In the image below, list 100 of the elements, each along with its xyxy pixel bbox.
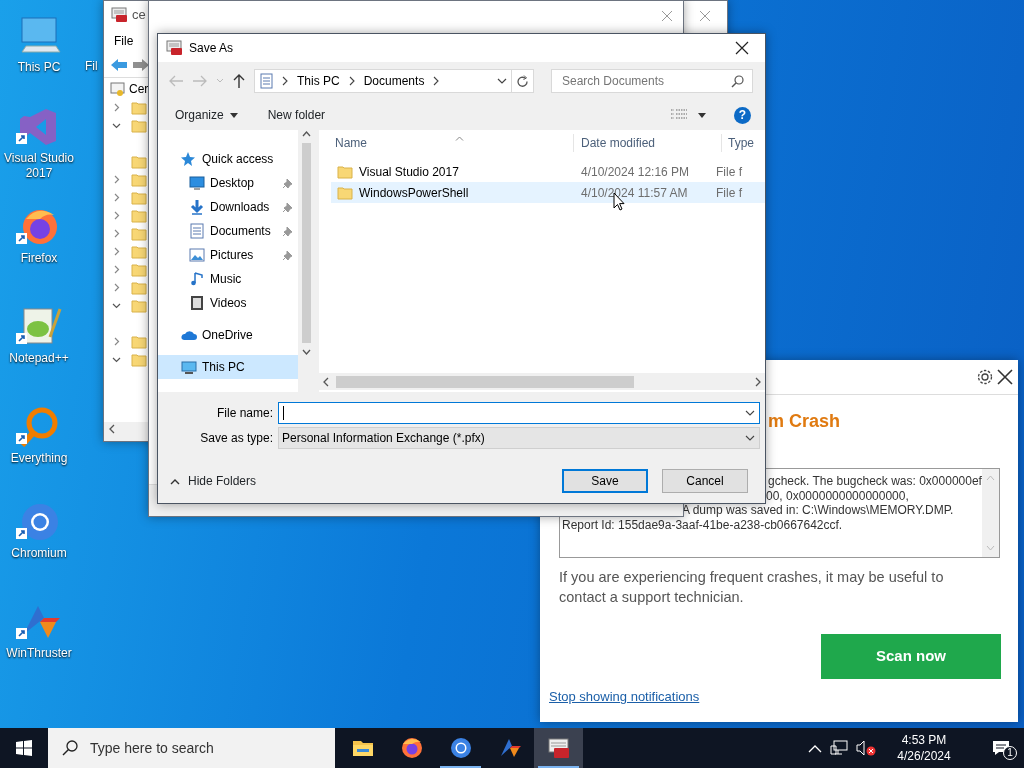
file-row[interactable]: Visual Studio 2017 4/10/2024 12:16 PM File f [331,161,765,182]
folder-icon [337,164,353,179]
details-line: 00, 0x0000000000000000, [766,488,909,503]
column-header[interactable]: Date modified [574,134,722,152]
organize-button[interactable]: Organize [175,106,238,124]
forward-arrow-icon[interactable] [132,58,150,72]
nav-item[interactable]: Quick access [158,147,298,171]
browser-circle-icon [448,736,473,760]
details-line: Report Id: 155dae9a-3aaf-41be-a238-cb0667642ccf. [562,517,843,532]
collapsed-chevron-icon[interactable] [112,228,121,238]
file-name: WindowsPowerShell [359,184,469,202]
collapsed-chevron-icon[interactable] [112,174,121,184]
tree-item[interactable]: Cer [129,80,149,98]
hide-folders-button[interactable]: Hide Folders [170,472,257,490]
back-arrow-icon[interactable] [110,58,128,72]
folder-icon [131,225,147,241]
column-header[interactable]: Type [722,134,754,152]
new-folder-button[interactable]: New folder [267,106,326,124]
file-type-dropdown[interactable]: Personal Information Exchange (*.pfx) [278,427,760,449]
search-box[interactable]: Search Documents [551,69,753,93]
desktop-icon [189,175,205,191]
network-icon[interactable] [830,740,848,756]
scrollbar-thumb[interactable] [336,375,634,388]
dialog-title: Save As [189,40,234,57]
collapsed-chevron-icon[interactable] [112,282,121,292]
folder-icon [131,297,147,313]
notepad-icon [16,305,62,347]
windows-logo-icon [16,740,32,756]
collapsed-chevron-icon[interactable] [112,210,121,220]
speaker-muted-icon[interactable] [856,740,876,756]
folder-icon [131,153,147,169]
folder-icon [131,117,147,133]
folder-icon [131,189,147,205]
taskbar-search-box[interactable]: Type here to search [48,728,335,768]
nav-item[interactable]: Videos [158,291,298,315]
nav-item[interactable]: This PC [158,355,298,379]
file-row[interactable]: WindowsPowerShell 4/10/2024 11:57 AM File f [331,182,765,203]
caret-icon[interactable] [698,112,706,118]
caret-icon [229,112,238,118]
refresh-icon[interactable] [516,74,529,88]
chevron-up-icon[interactable] [808,743,822,753]
nav-item[interactable]: Documents [158,219,298,243]
file-name: Visual Studio 2017 [359,163,459,181]
help-button[interactable]: ? [734,106,751,124]
scrollbar-thumb[interactable] [301,143,311,343]
folder-icon [131,279,147,295]
breadcrumb-item[interactable]: Documents [363,72,425,90]
file-date: 4/10/2024 11:57 AM [581,185,688,200]
breadcrumb-chevron-icon [281,76,289,86]
nav-item[interactable]: Pictures [158,243,298,267]
menu-item[interactable]: File [114,32,134,50]
taskbar-app[interactable] [534,728,583,768]
folder-icon [337,185,353,200]
taskbar-search-field[interactable]: Type here to search [88,733,328,763]
details-line: gcheck. The bugcheck was: 0x000000ef [768,474,982,488]
collapsed-chevron-icon[interactable] [112,336,121,346]
breadcrumb-item[interactable]: This PC [297,72,340,90]
nav-item[interactable]: Desktop [158,171,298,195]
stop-notifications-link[interactable]: Stop showing notifications [549,687,700,707]
action-center-button[interactable]: 1 [978,728,1024,768]
collapsed-chevron-icon[interactable] [112,264,121,274]
dropdown-chevron-icon [745,434,755,442]
folder-icon [131,351,147,367]
certificate-app-icon [166,40,183,56]
folder-icon [131,207,147,223]
certificate-icon [110,81,126,97]
nav-item[interactable]: Downloads [158,195,298,219]
gear-icon[interactable] [976,368,994,386]
collapsed-chevron-icon[interactable] [112,192,121,202]
search-field[interactable]: Search Documents [560,71,731,91]
folder-icon [131,261,147,277]
monitor-icon [181,359,197,375]
folder-icon [131,243,147,259]
certificate-app-icon [111,7,128,23]
window-title: ce [132,6,146,25]
star-icon [181,151,197,167]
download-arrow-icon [189,199,205,215]
up-arrow-icon[interactable] [232,73,246,89]
breadcrumb-chevron-icon [347,76,356,86]
dropdown-chevron-icon[interactable] [497,77,507,85]
nav-item[interactable]: OneDrive [158,323,298,347]
field-label: File name: [215,405,274,422]
clock[interactable]: 4:53 PM 4/26/2024 [884,732,964,764]
document-icon [189,223,205,239]
document-location-icon [260,73,273,89]
chevron-up-icon [170,477,180,485]
search-icon [62,740,78,756]
collapsed-chevron-icon[interactable] [112,102,121,112]
breadcrumb-chevron-icon [432,76,441,86]
collapsed-chevron-icon[interactable] [112,246,121,256]
field-label: Save as type: [199,430,274,447]
cancel-button[interactable]: Cancel [662,469,748,493]
file-date: 4/10/2024 12:16 PM [581,164,690,179]
nav-item[interactable]: Music [158,267,298,291]
close-icon[interactable] [996,368,1014,386]
save-button[interactable]: Save [562,469,648,493]
column-header[interactable]: Name [319,134,574,152]
notification-title: m Crash [768,411,841,431]
film-icon [189,295,205,311]
music-note-icon [189,271,205,287]
